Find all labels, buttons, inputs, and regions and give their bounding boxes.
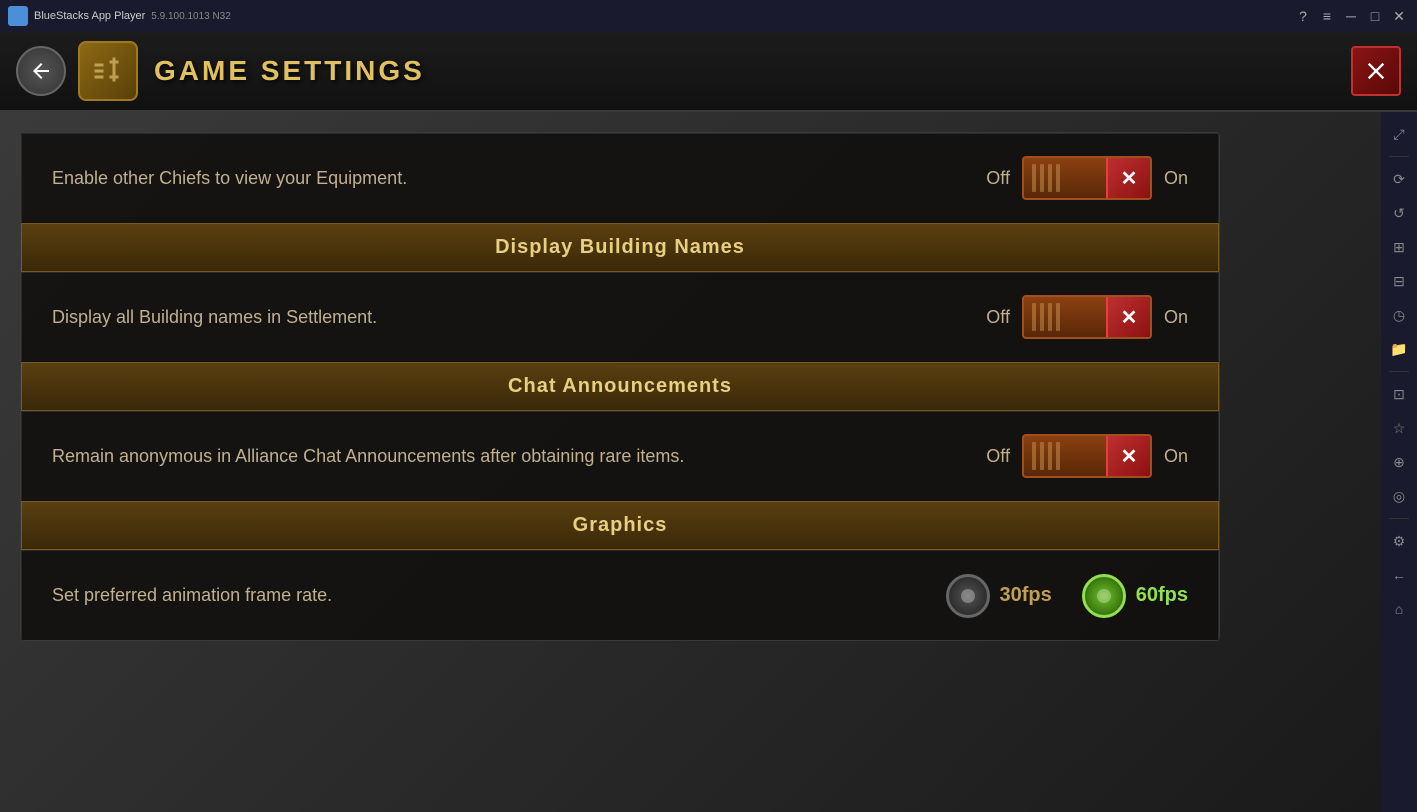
chat-announcements-title: Chat Announcements (508, 375, 732, 398)
menu-button[interactable]: ≡ (1317, 6, 1337, 26)
toggle-line-1 (1032, 164, 1036, 192)
title-bar-controls: ? ≡ ─ □ ✕ (1293, 6, 1409, 26)
fps-60-option[interactable]: 60fps (1082, 574, 1188, 618)
sidebar-home-icon[interactable]: ⌂ (1385, 595, 1413, 623)
toggle-line-b2 (1040, 303, 1044, 331)
equipment-description: Enable other Chiefs to view your Equipme… (52, 165, 986, 192)
fps-60-inner (1097, 589, 1111, 603)
settings-container: Enable other Chiefs to view your Equipme… (20, 132, 1220, 641)
sidebar-settings-icon[interactable]: ⚙ (1385, 527, 1413, 555)
page-title: GAME SETTINGS (154, 55, 425, 87)
graphics-section-header: Graphics (21, 501, 1219, 550)
chat-announcements-description: Remain anonymous in Alliance Chat Announ… (52, 443, 986, 470)
sidebar-user-icon[interactable]: ◎ (1385, 482, 1413, 510)
sidebar-expand-icon[interactable]: ⤢ (1385, 120, 1413, 148)
building-names-section-header: Display Building Names (21, 223, 1219, 272)
equipment-off-label: Off (986, 168, 1010, 189)
content-area: Enable other Chiefs to view your Equipme… (0, 112, 1381, 812)
toggle-line-3 (1048, 164, 1052, 192)
fps-60-circle (1082, 574, 1126, 618)
toggle-line-2 (1040, 164, 1044, 192)
toggle-line-b3 (1048, 303, 1052, 331)
chat-announcements-setting-row: Remain anonymous in Alliance Chat Announ… (21, 411, 1219, 501)
sidebar-sep-3 (1389, 518, 1409, 519)
sidebar-rotate2-icon[interactable]: ↺ (1385, 199, 1413, 227)
toggle-x-button-2: ✕ (1106, 295, 1150, 339)
toggle-x-button-3: ✕ (1106, 434, 1150, 478)
chat-on-label: On (1164, 446, 1188, 467)
toggle-line-c2 (1040, 442, 1044, 470)
fps-30-inner (961, 589, 975, 603)
toggle-line-c4 (1056, 442, 1060, 470)
building-names-description: Display all Building names in Settlement… (52, 304, 986, 331)
fps-30-label: 30fps (1000, 584, 1052, 607)
sidebar-star-icon[interactable]: ☆ (1385, 414, 1413, 442)
sidebar-sep-2 (1389, 371, 1409, 372)
main-layout: Enable other Chiefs to view your Equipme… (0, 112, 1417, 812)
toggle-x-button: ✕ (1106, 156, 1150, 200)
fps-60-label: 60fps (1136, 584, 1188, 607)
toggle-line-b4 (1056, 303, 1060, 331)
sidebar-rotate-icon[interactable]: ⟳ (1385, 165, 1413, 193)
minimize-button[interactable]: ─ (1341, 6, 1361, 26)
chat-toggle[interactable]: ✕ (1022, 434, 1152, 478)
sidebar-back-icon[interactable]: ← (1385, 561, 1413, 589)
toggle-lines-3 (1024, 442, 1106, 470)
chat-announcements-section-header: Chat Announcements (21, 362, 1219, 411)
fps-30-circle (946, 574, 990, 618)
app-version: 5.9.100.1013 N32 (151, 11, 231, 22)
frame-rate-description: Set preferred animation frame rate. (52, 582, 946, 609)
window-close-button[interactable]: ✕ (1389, 6, 1409, 26)
toggle-x-icon-2: ✕ (1121, 305, 1138, 330)
maximize-button[interactable]: □ (1365, 6, 1385, 26)
graphics-setting-row: Set preferred animation frame rate. 30fp… (21, 550, 1219, 640)
chat-off-label: Off (986, 446, 1010, 467)
sidebar-layers-icon[interactable]: ⊕ (1385, 448, 1413, 476)
toggle-line-c1 (1032, 442, 1036, 470)
toggle-x-icon: ✕ (1121, 166, 1138, 191)
equipment-setting-row: Enable other Chiefs to view your Equipme… (21, 133, 1219, 223)
toggle-lines (1024, 164, 1106, 192)
building-names-on-label: On (1164, 307, 1188, 328)
back-button[interactable] (16, 46, 66, 96)
toggle-x-icon-3: ✕ (1121, 444, 1138, 469)
title-bar-left: BlueStacks App Player 5.9.100.1013 N32 (8, 6, 231, 26)
help-button[interactable]: ? (1293, 6, 1313, 26)
sidebar-camera-icon[interactable]: ◷ (1385, 301, 1413, 329)
sidebar-sep-1 (1389, 156, 1409, 157)
toggle-line-c3 (1048, 442, 1052, 470)
graphics-title: Graphics (573, 514, 668, 537)
chat-toggle-container: Off ✕ On (986, 434, 1188, 478)
building-names-title: Display Building Names (495, 236, 745, 259)
equipment-toggle-container: Off ✕ On (986, 156, 1188, 200)
equipment-on-label: On (1164, 168, 1188, 189)
building-names-off-label: Off (986, 307, 1010, 328)
toggle-lines-2 (1024, 303, 1106, 331)
toggle-line-b1 (1032, 303, 1036, 331)
header-close-button[interactable] (1351, 46, 1401, 96)
building-names-toggle[interactable]: ✕ (1022, 295, 1152, 339)
equipment-toggle[interactable]: ✕ (1022, 156, 1152, 200)
app-name: BlueStacks App Player (34, 10, 145, 22)
toggle-line-4 (1056, 164, 1060, 192)
building-names-toggle-container: Off ✕ On (986, 295, 1188, 339)
bluestacks-logo (8, 6, 28, 26)
title-bar: BlueStacks App Player 5.9.100.1013 N32 ?… (0, 0, 1417, 32)
app-header: GAME SETTINGS (0, 32, 1417, 112)
building-names-setting-row: Display all Building names in Settlement… (21, 272, 1219, 362)
fps-container: 30fps 60fps (946, 574, 1189, 618)
sidebar-folder-icon[interactable]: 📁 (1385, 335, 1413, 363)
header-controls (1351, 46, 1401, 96)
fps-30-option[interactable]: 30fps (946, 574, 1052, 618)
sidebar-search-icon[interactable]: ⊡ (1385, 380, 1413, 408)
sidebar-grid-icon[interactable]: ⊟ (1385, 267, 1413, 295)
settings-icon (78, 41, 138, 101)
right-sidebar: ⤢ ⟳ ↺ ⊞ ⊟ ◷ 📁 ⊡ ☆ ⊕ ◎ ⚙ ← ⌂ (1381, 112, 1417, 812)
sidebar-volume-icon[interactable]: ⊞ (1385, 233, 1413, 261)
